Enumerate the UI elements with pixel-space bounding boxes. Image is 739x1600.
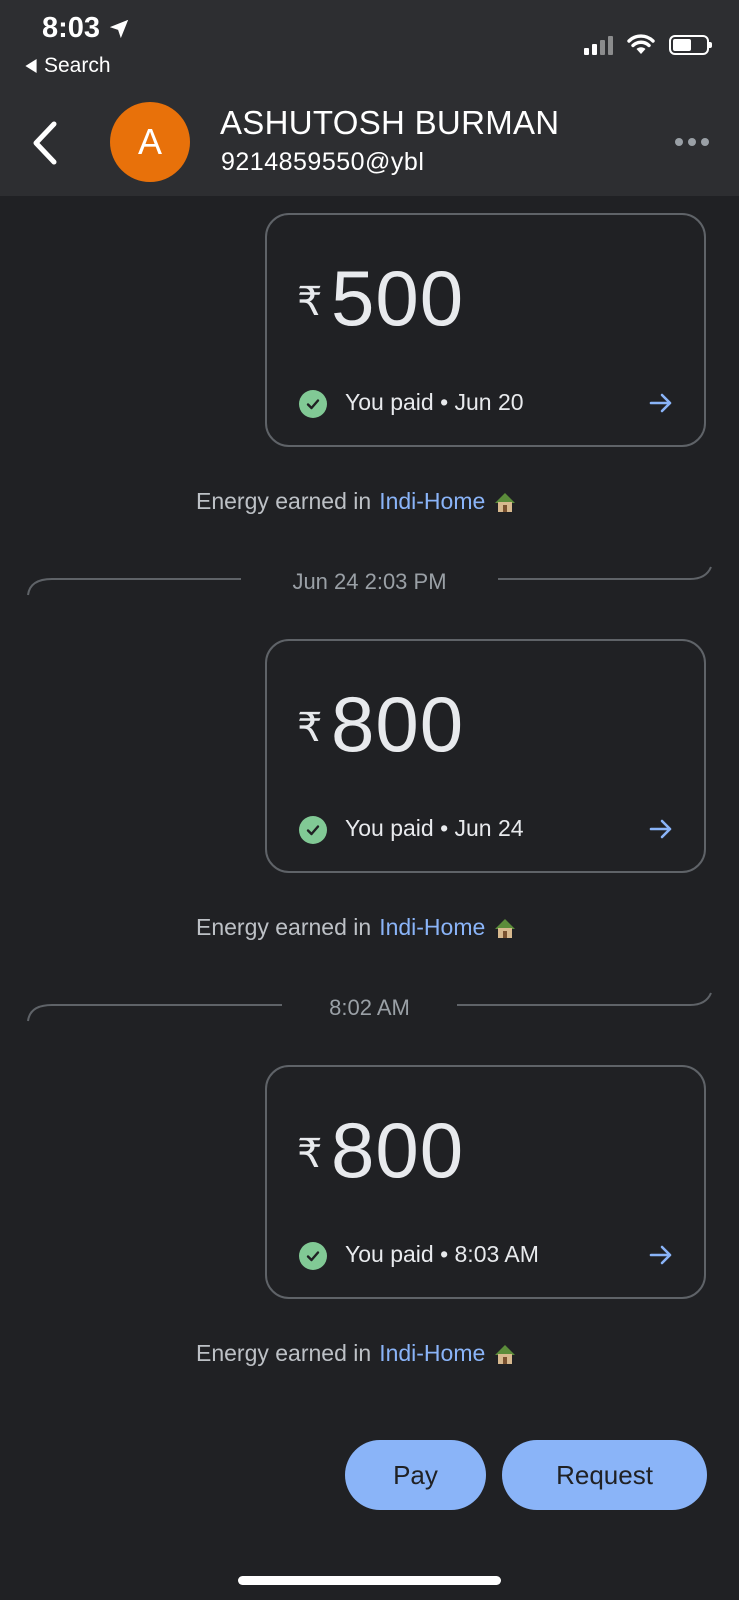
back-arrow-icon[interactable]: [28, 118, 62, 168]
cellular-signal-icon: [584, 35, 613, 55]
hut-icon: [495, 1344, 516, 1364]
arrow-right-icon[interactable]: [648, 817, 674, 841]
hut-icon: [495, 492, 516, 512]
payment-card[interactable]: ₹ 500 You paid • Jun 20: [265, 213, 706, 447]
battery-icon: [669, 35, 712, 55]
energy-earned-note: Energy earned in Indi-Home: [196, 1340, 517, 1367]
arrow-right-icon[interactable]: [648, 1243, 674, 1267]
location-arrow-icon: [109, 19, 129, 38]
energy-text: Energy earned in: [196, 1340, 372, 1366]
payment-status: You paid • Jun 20: [345, 389, 524, 415]
request-button[interactable]: Request: [502, 1440, 707, 1510]
avatar-letter: A: [137, 121, 162, 162]
indi-home-link[interactable]: Indi-Home: [379, 488, 485, 515]
contact-upi-id: 9214859550@ybl: [221, 148, 425, 176]
back-app-label: Search: [44, 54, 111, 77]
energy-text: Energy earned in: [196, 488, 372, 514]
currency-symbol: ₹: [297, 1132, 323, 1176]
divider-label: 8:02 AM: [329, 995, 410, 1020]
energy-earned-note: Energy earned in Indi-Home: [196, 914, 517, 941]
back-to-app-link[interactable]: Search: [24, 54, 111, 78]
arrow-right-icon[interactable]: [648, 391, 674, 415]
payment-card[interactable]: ₹ 800 You paid • Jun 24: [265, 639, 706, 873]
more-options-icon[interactable]: [675, 138, 709, 146]
top-header: 8:03 Search A ASHUTOSH BURMAN 9214859550…: [0, 0, 739, 196]
hut-icon: [495, 918, 516, 938]
indi-home-link[interactable]: Indi-Home: [379, 914, 485, 941]
status-icons: [584, 34, 712, 56]
back-triangle-icon: [25, 59, 37, 73]
payment-amount: 800: [331, 680, 465, 768]
payment-card[interactable]: ₹ 800 You paid • 8:03 AM: [265, 1065, 706, 1299]
time-divider: 8:02 AM: [0, 989, 739, 1029]
wifi-icon: [627, 34, 655, 54]
contact-name[interactable]: ASHUTOSH BURMAN: [220, 104, 559, 142]
status-time: 8:03: [42, 12, 130, 45]
payment-amount: 800: [331, 1106, 465, 1194]
payment-status: You paid • 8:03 AM: [345, 1241, 539, 1267]
currency-symbol: ₹: [297, 280, 323, 324]
pay-button[interactable]: Pay: [345, 1440, 486, 1510]
success-check-icon: [299, 816, 327, 844]
indi-home-link[interactable]: Indi-Home: [379, 1340, 485, 1367]
home-indicator[interactable]: [238, 1576, 501, 1585]
energy-text: Energy earned in: [196, 914, 372, 940]
success-check-icon: [299, 1242, 327, 1270]
payment-status: You paid • Jun 24: [345, 815, 524, 841]
divider-label: Jun 24 2:03 PM: [292, 569, 447, 594]
payment-amount: 500: [331, 254, 465, 342]
avatar[interactable]: A: [110, 102, 190, 182]
date-divider: Jun 24 2:03 PM: [0, 563, 739, 603]
currency-symbol: ₹: [297, 706, 323, 750]
energy-earned-note: Energy earned in Indi-Home: [196, 488, 517, 515]
success-check-icon: [299, 390, 327, 418]
time-text: 8:03: [42, 12, 101, 44]
